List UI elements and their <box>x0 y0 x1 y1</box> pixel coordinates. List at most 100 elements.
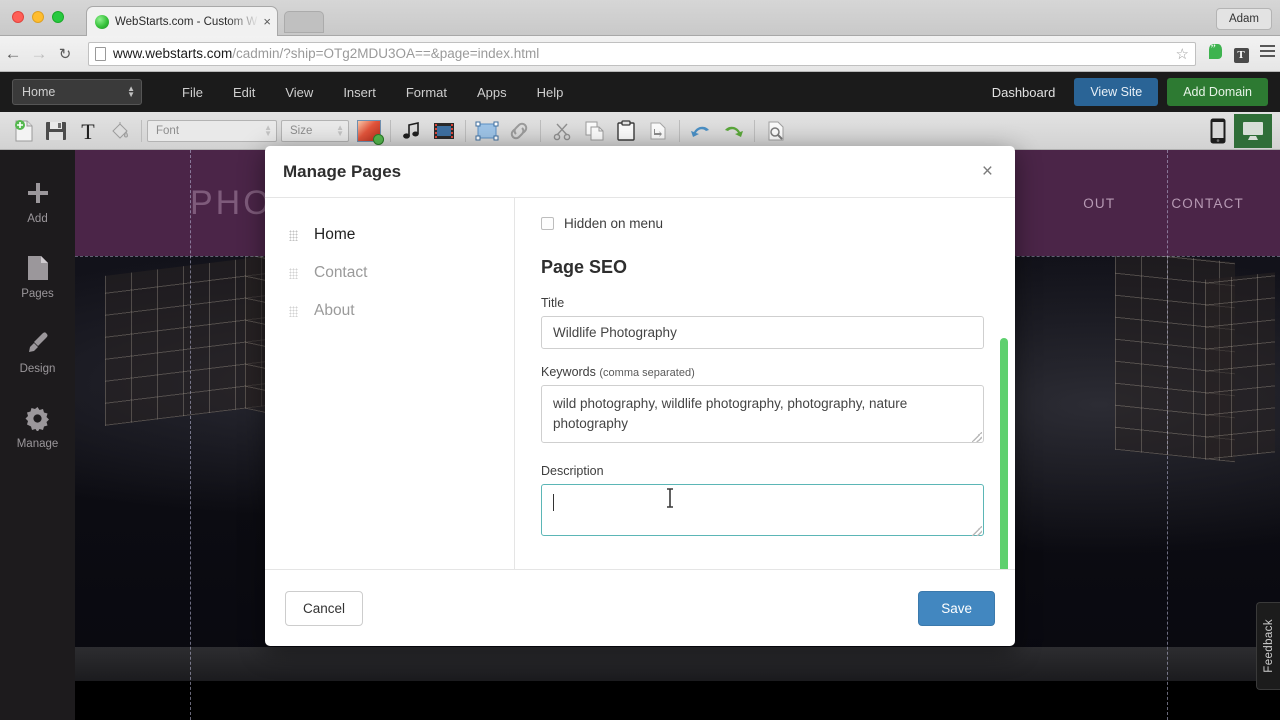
menu-item-apps[interactable]: Apps <box>463 79 521 106</box>
toolbar-divider <box>679 119 680 142</box>
layout-guide <box>1167 150 1168 720</box>
manage-pages-dialog: Manage Pages × Home Contact About Hidden… <box>265 146 1015 646</box>
menu-item-help[interactable]: Help <box>523 79 578 106</box>
hidden-on-menu-checkbox[interactable] <box>541 217 554 230</box>
mouse-cursor-ibeam <box>667 488 673 508</box>
tab-close-icon[interactable]: × <box>259 15 271 28</box>
sidebar-item-label: Design <box>19 363 56 375</box>
menu-item-file[interactable]: File <box>168 79 217 106</box>
bookmark-star-icon[interactable]: ☆ <box>1176 45 1189 63</box>
text-caret <box>553 494 554 511</box>
seo-title-input[interactable] <box>541 316 984 349</box>
dashboard-link[interactable]: Dashboard <box>982 79 1066 106</box>
page-list-item-about[interactable]: About <box>265 292 514 330</box>
cancel-button[interactable]: Cancel <box>285 590 364 626</box>
menu-item-format[interactable]: Format <box>392 79 461 106</box>
browser-tab[interactable]: WebStarts.com - Custom W × <box>86 6 278 36</box>
cut-icon[interactable] <box>546 116 578 146</box>
chevron-updown-icon: ▲ ▼ <box>264 122 272 138</box>
app-sidebar: Add Pages Design Manage <box>0 150 75 720</box>
sidebar-item-design[interactable]: Design <box>0 328 75 375</box>
redo-icon[interactable] <box>717 116 749 146</box>
sidebar-item-manage[interactable]: Manage <box>0 403 75 450</box>
app-toolbar-right <box>1202 113 1272 148</box>
page-name: About <box>314 302 355 319</box>
description-field-group: Description <box>541 464 985 541</box>
site-nav-item-about[interactable]: OUT <box>1083 196 1115 211</box>
dialog-header: Manage Pages × <box>265 146 1015 198</box>
close-icon[interactable]: × <box>978 160 997 183</box>
paint-bucket-icon[interactable] <box>104 116 136 146</box>
desktop-view-icon[interactable] <box>1234 113 1272 148</box>
address-bar[interactable]: www.webstarts.com/cadmin/?ship=OTg2MDU3O… <box>88 41 1196 66</box>
keywords-label-text: Keywords <box>541 365 596 379</box>
hangouts-icon[interactable] <box>1202 41 1228 64</box>
tab-title: WebStarts.com - Custom W <box>115 15 258 28</box>
link-icon[interactable] <box>503 116 535 146</box>
toolbar-divider <box>754 119 755 142</box>
page-icon <box>0 253 75 283</box>
t-extension-icon[interactable]: T <box>1228 45 1254 63</box>
size-dropdown-value: Size <box>290 124 313 137</box>
site-nav: OUT CONTACT <box>1083 196 1244 211</box>
menu-item-edit[interactable]: Edit <box>219 79 269 106</box>
form-scrollbar-thumb[interactable] <box>1000 338 1008 569</box>
site-nav-item-contact[interactable]: CONTACT <box>1171 196 1244 211</box>
seo-keywords-textarea[interactable] <box>541 385 984 443</box>
feedback-tab[interactable]: Feedback <box>1256 602 1280 690</box>
font-dropdown[interactable]: Font ▲ ▼ <box>147 119 277 142</box>
pages-list: Home Contact About <box>265 198 515 569</box>
view-site-button[interactable]: View Site <box>1074 78 1159 106</box>
url-domain: www.webstarts.com <box>113 46 233 61</box>
video-icon[interactable] <box>428 116 460 146</box>
seo-description-textarea[interactable] <box>541 484 984 536</box>
page-selector-dropdown[interactable]: Home ▲ ▼ <box>12 79 142 105</box>
drag-handle-icon[interactable] <box>289 305 298 317</box>
save-icon[interactable] <box>40 116 72 146</box>
menu-item-insert[interactable]: Insert <box>329 79 390 106</box>
maximize-window-button[interactable] <box>52 11 64 23</box>
toolbar-divider <box>141 119 142 142</box>
font-dropdown-value: Font <box>156 124 180 137</box>
reload-icon[interactable]: ↻ <box>52 45 78 63</box>
shape-icon[interactable] <box>471 116 503 146</box>
toolbar-divider <box>390 119 391 142</box>
sidebar-item-add[interactable]: Add <box>0 178 75 225</box>
close-window-button[interactable] <box>12 11 24 23</box>
back-icon[interactable]: ← <box>0 44 26 64</box>
forward-icon[interactable]: → <box>26 44 52 64</box>
drag-handle-icon[interactable] <box>289 267 298 279</box>
paste-special-icon[interactable] <box>642 116 674 146</box>
text-icon[interactable]: T <box>72 116 104 146</box>
audio-icon[interactable] <box>396 116 428 146</box>
page-name: Contact <box>314 264 368 281</box>
mobile-view-icon[interactable] <box>1202 116 1234 146</box>
undo-icon[interactable] <box>685 116 717 146</box>
copy-icon[interactable] <box>578 116 610 146</box>
save-button[interactable]: Save <box>918 590 995 626</box>
sidebar-item-pages[interactable]: Pages <box>0 253 75 300</box>
url-text: www.webstarts.com/cadmin/?ship=OTg2MDU3O… <box>113 46 539 61</box>
hidden-on-menu-row: Hidden on menu <box>541 216 985 231</box>
new-tab-button[interactable] <box>284 11 324 33</box>
page-list-item-home[interactable]: Home <box>265 216 514 254</box>
page-list-item-contact[interactable]: Contact <box>265 254 514 292</box>
dialog-body: Home Contact About Hidden on menu Page S… <box>265 198 1015 569</box>
profile-button[interactable]: Adam <box>1215 8 1272 30</box>
add-domain-button[interactable]: Add Domain <box>1167 78 1268 106</box>
new-page-icon[interactable] <box>8 116 40 146</box>
page-info-icon[interactable] <box>95 46 106 61</box>
keywords-field-group: Keywords (comma separated) <box>541 365 985 448</box>
paste-icon[interactable] <box>610 116 642 146</box>
sidebar-item-label: Manage <box>16 438 59 450</box>
sidebar-item-label: Add <box>27 213 48 225</box>
screen: WebStarts.com - Custom W × Adam ← → ↻ ww… <box>0 0 1280 720</box>
preview-icon[interactable] <box>760 116 792 146</box>
minimize-window-button[interactable] <box>32 11 44 23</box>
size-dropdown[interactable]: Size ▲ ▼ <box>281 119 349 142</box>
color-swatch-icon[interactable] <box>353 116 385 146</box>
menu-item-view[interactable]: View <box>271 79 327 106</box>
chrome-menu-icon[interactable] <box>1254 42 1280 65</box>
browser-tabstrip: WebStarts.com - Custom W × Adam <box>0 0 1280 36</box>
drag-handle-icon[interactable] <box>289 229 298 241</box>
